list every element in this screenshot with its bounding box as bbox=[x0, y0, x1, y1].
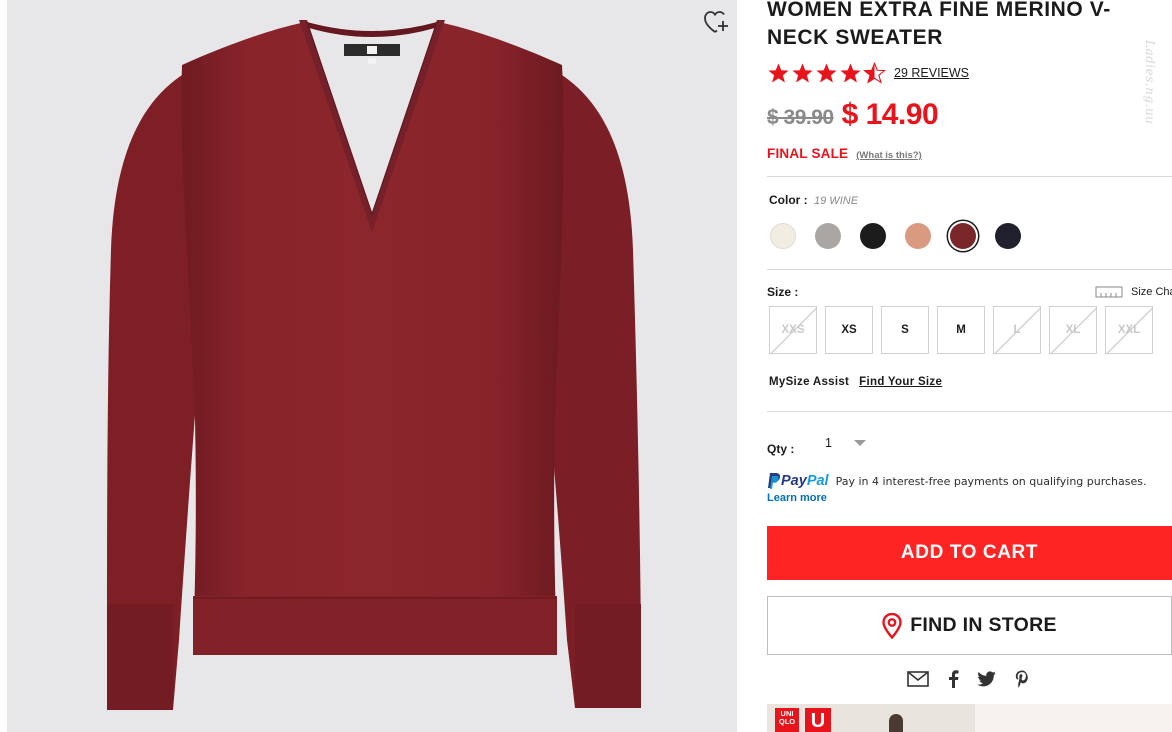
color-swatch-black[interactable] bbox=[860, 223, 886, 249]
color-swatch-off-white[interactable] bbox=[770, 223, 796, 249]
original-price: $ 39.90 bbox=[767, 106, 834, 129]
watermark: Ladies.ng.uu bbox=[1143, 40, 1157, 125]
size-option-l[interactable]: L bbox=[993, 306, 1041, 354]
color-swatch-pink[interactable] bbox=[905, 223, 931, 249]
find-in-store-button[interactable]: FIND IN STORE bbox=[767, 596, 1172, 655]
size-chart-link[interactable]: Size Cha bbox=[1095, 285, 1172, 299]
color-label: Color : 19 WINE bbox=[769, 193, 858, 207]
paypal-logo-pal: Pal bbox=[806, 473, 829, 489]
product-info-panel: WOMEN EXTRA FINE MERINO V-NECK SWEATER 2… bbox=[767, 0, 1172, 732]
divider bbox=[767, 411, 1172, 412]
size-option-label: XXS bbox=[781, 324, 805, 336]
mysize-label: MySize Assist bbox=[769, 376, 850, 388]
color-swatches bbox=[770, 223, 1040, 249]
facebook-icon[interactable] bbox=[947, 670, 959, 688]
color-swatch-navy[interactable] bbox=[995, 223, 1021, 249]
color-label-text: Color : bbox=[769, 193, 808, 207]
size-option-label: XL bbox=[1065, 324, 1081, 336]
final-sale-label: FINAL SALE bbox=[767, 146, 849, 161]
reviews-link[interactable]: 29 REVIEWS bbox=[894, 66, 969, 80]
star-icon bbox=[792, 63, 813, 83]
product-title: WOMEN EXTRA FINE MERINO V-NECK SWEATER bbox=[767, 0, 1111, 49]
what-is-this-link[interactable]: (What is this?) bbox=[856, 150, 921, 161]
color-swatch-gray[interactable] bbox=[815, 223, 841, 249]
paypal-learn-more-link[interactable]: Learn more bbox=[767, 492, 1147, 504]
product-rating: 29 REVIEWS bbox=[767, 62, 969, 84]
wishlist-button[interactable] bbox=[703, 10, 731, 36]
banner-model bbox=[889, 714, 903, 732]
paypal-logo-pay: Pay bbox=[781, 473, 807, 489]
paypal-message: Pay Pal Pay in 4 interest-free payments o… bbox=[767, 472, 1147, 504]
find-your-size-link[interactable]: Find Your Size bbox=[859, 376, 942, 388]
paypal-message-text: Pay in 4 interest-free payments on quali… bbox=[835, 474, 1147, 488]
final-sale-notice: FINAL SALE (What is this?) bbox=[767, 146, 922, 161]
size-option-m[interactable]: M bbox=[937, 306, 985, 354]
sweater-image bbox=[107, 20, 641, 710]
size-options: XXS XS S M L XL XXL bbox=[769, 306, 1161, 354]
size-option-label: S bbox=[901, 324, 909, 336]
size-option-xs[interactable]: XS bbox=[825, 306, 873, 354]
size-option-label: XXL bbox=[1117, 324, 1141, 336]
quantity-select[interactable]: 1 bbox=[825, 436, 866, 450]
size-option-label: L bbox=[1013, 324, 1021, 336]
chevron-down-icon bbox=[853, 440, 866, 446]
size-chart-label: Size Cha bbox=[1131, 286, 1172, 298]
size-option-s[interactable]: S bbox=[881, 306, 929, 354]
find-in-store-label: FIND IN STORE bbox=[910, 614, 1057, 636]
price-block: $ 39.90 $ 14.90 bbox=[767, 98, 939, 132]
size-option-label: XS bbox=[841, 324, 857, 336]
divider bbox=[767, 176, 1172, 177]
promo-banner[interactable]: UNI QLO U bbox=[767, 704, 1172, 732]
mysize-assist: MySize Assist Find Your Size bbox=[769, 376, 942, 388]
location-pin-icon bbox=[882, 612, 902, 639]
uniqlo-logo: UNI QLO bbox=[775, 708, 799, 732]
star-icon bbox=[816, 63, 837, 83]
star-icon bbox=[840, 63, 861, 83]
add-to-cart-button[interactable]: ADD TO CART bbox=[767, 526, 1172, 580]
color-swatch-wine[interactable] bbox=[950, 223, 976, 249]
size-option-label: M bbox=[956, 324, 966, 336]
size-option-xl[interactable]: XL bbox=[1049, 306, 1097, 354]
paypal-logo: Pay Pal bbox=[767, 472, 829, 490]
pinterest-icon[interactable] bbox=[1015, 670, 1029, 688]
size-option-xxl[interactable]: XXL bbox=[1105, 306, 1153, 354]
half-star-icon bbox=[863, 62, 886, 84]
u-logo: U bbox=[805, 708, 831, 732]
star-rating bbox=[767, 62, 887, 84]
twitter-icon[interactable] bbox=[977, 671, 997, 687]
product-image bbox=[7, 0, 737, 732]
heart-plus-icon bbox=[704, 11, 728, 33]
ruler-icon bbox=[1095, 286, 1123, 298]
share-links bbox=[907, 670, 1047, 688]
paypal-p-icon bbox=[768, 473, 781, 489]
quantity-label: Qty : bbox=[767, 442, 795, 456]
quantity-value: 1 bbox=[825, 436, 832, 450]
star-icon bbox=[768, 63, 789, 83]
selected-color-name: 19 WINE bbox=[814, 195, 859, 207]
size-label: Size : bbox=[767, 285, 799, 299]
sale-price: $ 14.90 bbox=[841, 98, 939, 131]
email-icon[interactable] bbox=[907, 671, 929, 687]
divider bbox=[767, 269, 1172, 270]
size-option-xxs[interactable]: XXS bbox=[769, 306, 817, 354]
